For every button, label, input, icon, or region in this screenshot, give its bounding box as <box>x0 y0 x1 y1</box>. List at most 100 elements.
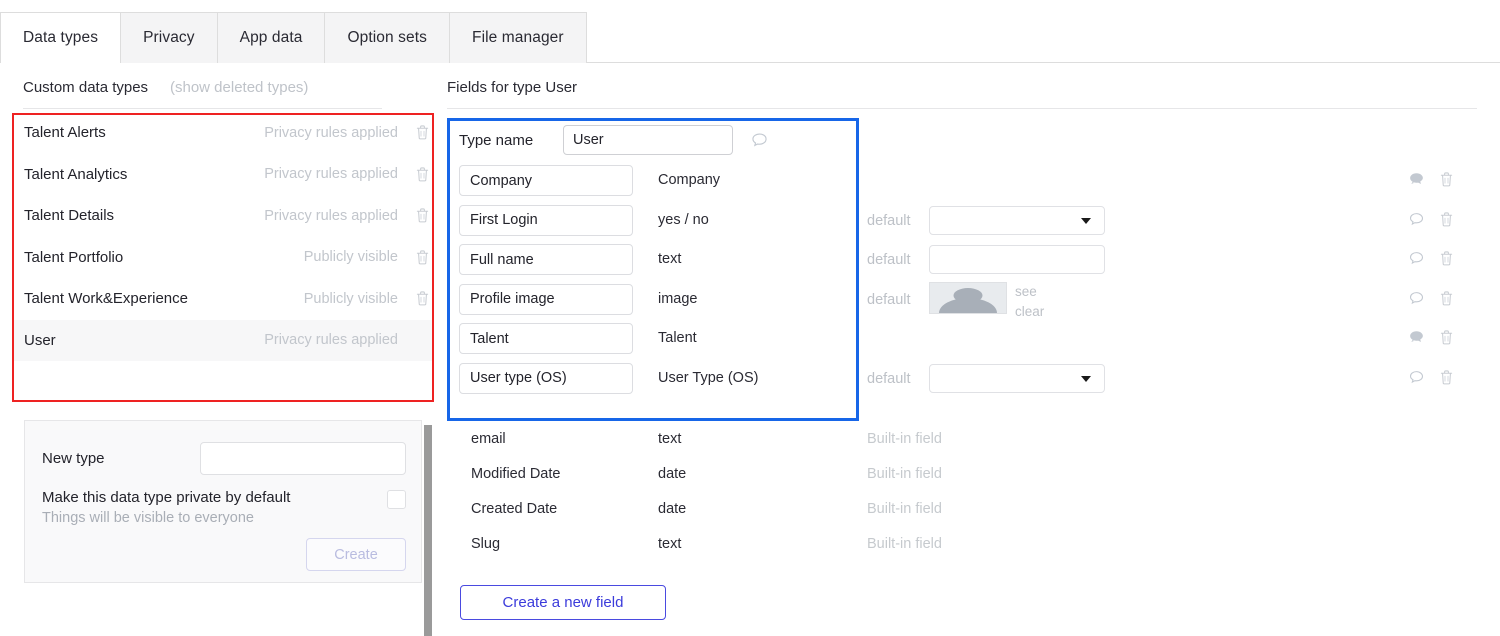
field-type-label: Talent <box>658 330 697 346</box>
builtin-field-row: email text Built-in field <box>447 424 1477 459</box>
field-name-input[interactable]: Profile image <box>459 283 633 315</box>
clear-image-link[interactable]: clear <box>1015 302 1044 322</box>
show-deleted-types-link[interactable]: (show deleted types) <box>170 79 308 96</box>
tab-file-manager[interactable]: File manager <box>450 12 587 63</box>
data-type-privacy-status: Privacy rules applied <box>264 124 398 141</box>
image-action-links: see clear <box>1015 282 1044 322</box>
comment-bubble-icon[interactable] <box>750 131 769 150</box>
delete-field-icon[interactable] <box>1439 290 1454 307</box>
data-type-name: Talent Work&Experience <box>24 290 188 308</box>
builtin-field-tag: Built-in field <box>867 431 942 447</box>
data-type-name: User <box>24 331 56 349</box>
field-default-select[interactable] <box>929 205 1105 235</box>
field-default-select[interactable] <box>929 363 1105 393</box>
field-type-label: text <box>658 251 682 267</box>
tab-app-data[interactable]: App data <box>217 12 326 63</box>
field-name-input[interactable]: Talent <box>459 323 633 354</box>
table-row[interactable]: Talent Alerts Privacy rules applied <box>14 112 434 154</box>
field-default-label: default <box>867 252 911 268</box>
field-name-input[interactable]: Full name <box>459 244 633 275</box>
chevron-down-icon <box>1081 375 1091 382</box>
builtin-field-row: Modified Date date Built-in field <box>447 459 1477 494</box>
create-type-button[interactable]: Create <box>306 538 406 571</box>
create-a-new-field-button[interactable]: Create a new field <box>460 585 666 620</box>
data-type-name: Talent Details <box>24 207 115 225</box>
data-type-privacy-status: Privacy rules applied <box>264 332 398 349</box>
data-type-name: Talent Alerts <box>24 124 106 142</box>
field-row-actions <box>1407 249 1454 268</box>
delete-data-type-icon[interactable] <box>410 207 434 224</box>
field-name-input[interactable]: First Login <box>459 204 633 236</box>
comment-bubble-icon[interactable] <box>1407 368 1426 387</box>
builtin-field-name: Slug <box>471 536 501 552</box>
field-row: Talent Talent <box>447 320 1477 360</box>
chevron-down-icon <box>1081 217 1091 224</box>
builtin-field-tag: Built-in field <box>867 466 942 482</box>
field-row-actions <box>1407 368 1454 387</box>
delete-data-type-icon[interactable] <box>410 249 434 266</box>
avatar-placeholder-image[interactable] <box>929 281 1007 314</box>
comment-bubble-icon[interactable] <box>1407 289 1426 308</box>
field-name-input[interactable]: Company <box>459 165 633 196</box>
left-header-divider <box>23 108 382 109</box>
table-row[interactable]: Talent Portfolio Publicly visible <box>14 237 434 279</box>
left-scrollbar-thumb[interactable] <box>424 425 432 636</box>
make-private-checkbox[interactable] <box>387 490 406 509</box>
field-row: User type (OS) User Type (OS) default <box>447 360 1477 400</box>
comment-bubble-icon[interactable] <box>1407 328 1426 347</box>
fields-for-type-header: Fields for type User <box>447 79 578 96</box>
builtin-field-row: Slug text Built-in field <box>447 529 1477 564</box>
tab-data-types[interactable]: Data types <box>0 12 122 64</box>
builtin-field-type: date <box>658 501 687 517</box>
delete-field-icon[interactable] <box>1439 250 1454 267</box>
data-types-editor: Data types Privacy App data Option sets File… <box>0 0 1500 636</box>
table-row[interactable]: User Privacy rules applied <box>14 319 434 361</box>
fields-area: Type name Company Company First Login yes /… <box>447 118 1477 399</box>
field-default-label: default <box>867 212 911 229</box>
comment-bubble-icon[interactable] <box>1407 249 1426 268</box>
see-image-link[interactable]: see <box>1015 282 1044 302</box>
builtin-field-row: Created Date date Built-in field <box>447 494 1477 529</box>
table-row[interactable]: Talent Details Privacy rules applied <box>14 195 434 237</box>
make-private-subtext: Things will be visible to everyone <box>42 510 254 526</box>
new-type-label: New type <box>42 449 105 467</box>
builtin-field-name: Modified Date <box>471 466 561 482</box>
field-type-label: User Type (OS) <box>658 369 759 386</box>
field-default-text-input[interactable] <box>929 245 1105 274</box>
delete-data-type-icon[interactable] <box>410 290 434 307</box>
delete-data-type-icon[interactable] <box>410 124 434 141</box>
new-type-card: New type Make this data type private by … <box>24 420 422 583</box>
field-row-actions <box>1407 328 1454 347</box>
delete-field-icon[interactable] <box>1439 329 1454 346</box>
table-row[interactable]: Talent Work&Experience Publicly visible <box>14 278 434 320</box>
data-type-privacy-status: Publicly visible <box>303 249 398 266</box>
field-name-input[interactable]: User type (OS) <box>459 362 633 394</box>
avatar-body-shape <box>939 297 997 313</box>
make-private-label: Make this data type private by default <box>42 489 291 506</box>
tab-option-sets[interactable]: Option sets <box>325 12 450 63</box>
comment-bubble-icon[interactable] <box>1407 210 1426 229</box>
type-name-row: Type name <box>447 118 1477 162</box>
field-default-label: default <box>867 370 911 387</box>
field-row: First Login yes / no default <box>447 202 1477 242</box>
field-default-image: see clear <box>929 281 1044 322</box>
builtin-field-name: Created Date <box>471 501 558 517</box>
delete-field-icon[interactable] <box>1439 211 1454 228</box>
delete-field-icon[interactable] <box>1439 171 1454 188</box>
data-types-list[interactable]: Talent Alerts Privacy rules applied Talent… <box>14 112 434 402</box>
tab-privacy[interactable]: Privacy <box>121 12 218 63</box>
data-type-privacy-status: Publicly visible <box>303 290 398 307</box>
field-row-actions <box>1407 170 1454 189</box>
type-name-input[interactable] <box>563 125 733 155</box>
delete-field-icon[interactable] <box>1439 369 1454 386</box>
right-header-divider <box>447 108 1477 109</box>
comment-bubble-icon[interactable] <box>1407 170 1426 189</box>
table-row[interactable]: Talent Analytics Privacy rules applied <box>14 154 434 196</box>
field-type-label: yes / no <box>658 211 709 228</box>
new-type-input[interactable] <box>200 441 406 475</box>
data-type-privacy-status: Privacy rules applied <box>264 166 398 183</box>
field-row-actions <box>1407 210 1454 229</box>
builtin-field-type: text <box>658 431 682 447</box>
make-private-block: Make this data type private by default T… <box>42 489 406 526</box>
delete-data-type-icon[interactable] <box>410 166 434 183</box>
